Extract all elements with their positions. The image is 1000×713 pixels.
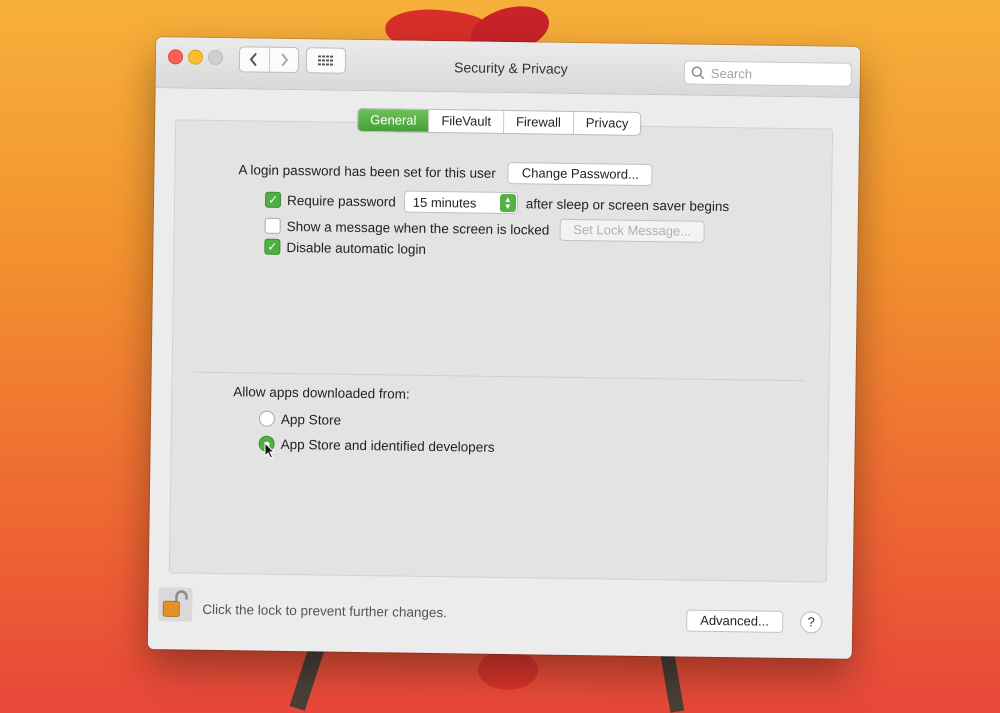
- wallpaper-flower-bud: [478, 650, 538, 690]
- help-button[interactable]: ?: [800, 611, 823, 634]
- zoom-button[interactable]: [207, 49, 224, 66]
- radio-app-store[interactable]: [258, 410, 276, 427]
- tab-general[interactable]: General: [358, 108, 429, 132]
- title-bar: Security & Privacy Search: [155, 37, 861, 98]
- disable-auto-login-label: Disable automatic login: [286, 239, 427, 257]
- advanced-button[interactable]: Advanced...: [686, 609, 784, 633]
- radio-identified-row[interactable]: App Store and identified developers: [258, 435, 495, 455]
- show-all-button[interactable]: [305, 47, 347, 74]
- chevron-updown-icon: ▲ ▼: [499, 193, 516, 213]
- disable-auto-login-checkbox[interactable]: ✓: [264, 238, 281, 255]
- chevron-right-icon: [280, 53, 289, 67]
- set-lock-message-button[interactable]: Set Lock Message...: [559, 218, 706, 243]
- security-privacy-window: Security & Privacy Search General FileVa…: [147, 37, 861, 659]
- lock-status-text: Click the lock to prevent further change…: [202, 601, 448, 621]
- change-password-button[interactable]: Change Password...: [507, 162, 654, 187]
- cursor-icon: [264, 442, 276, 459]
- show-message-checkbox[interactable]: [264, 217, 281, 234]
- tab-filevault[interactable]: FileVault: [428, 109, 504, 133]
- grid-icon: [317, 55, 334, 66]
- tab-bar: General FileVault Firewall Privacy: [357, 107, 642, 136]
- search-icon: [691, 66, 705, 80]
- login-password-text: A login password has been set for this u…: [238, 161, 496, 181]
- after-sleep-text: after sleep or screen saver begins: [525, 195, 730, 214]
- disable-auto-login-row: ✓ Disable automatic login: [264, 238, 427, 257]
- minimize-button[interactable]: [187, 49, 204, 65]
- password-interval-value: 15 minutes: [412, 194, 477, 211]
- chevron-left-icon: [249, 52, 258, 67]
- allow-apps-label: Allow apps downloaded from:: [233, 384, 410, 402]
- navigation-buttons: [238, 46, 300, 74]
- window-title: Security & Privacy: [454, 59, 568, 77]
- forward-button[interactable]: [268, 47, 299, 73]
- radio-app-store-label: App Store: [280, 411, 342, 428]
- search-field[interactable]: Search: [683, 60, 853, 87]
- password-interval-select[interactable]: 15 minutes ▲ ▼: [403, 190, 518, 215]
- tab-privacy[interactable]: Privacy: [572, 111, 641, 135]
- wallpaper-stem: [659, 649, 685, 713]
- allow-apps-heading: Allow apps downloaded from:: [233, 384, 410, 401]
- show-message-label: Show a message when the screen is locked: [286, 218, 550, 238]
- tab-firewall[interactable]: Firewall: [502, 110, 573, 134]
- require-password-checkbox[interactable]: ✓: [264, 191, 282, 208]
- unlocked-padlock-icon[interactable]: [158, 587, 193, 622]
- close-button[interactable]: [167, 49, 184, 65]
- back-button[interactable]: [240, 47, 269, 71]
- search-placeholder: Search: [710, 65, 753, 81]
- radio-identified-label: App Store and identified developers: [280, 436, 495, 455]
- require-password-label: Require password: [286, 192, 396, 209]
- radio-app-store-row[interactable]: App Store: [258, 410, 342, 428]
